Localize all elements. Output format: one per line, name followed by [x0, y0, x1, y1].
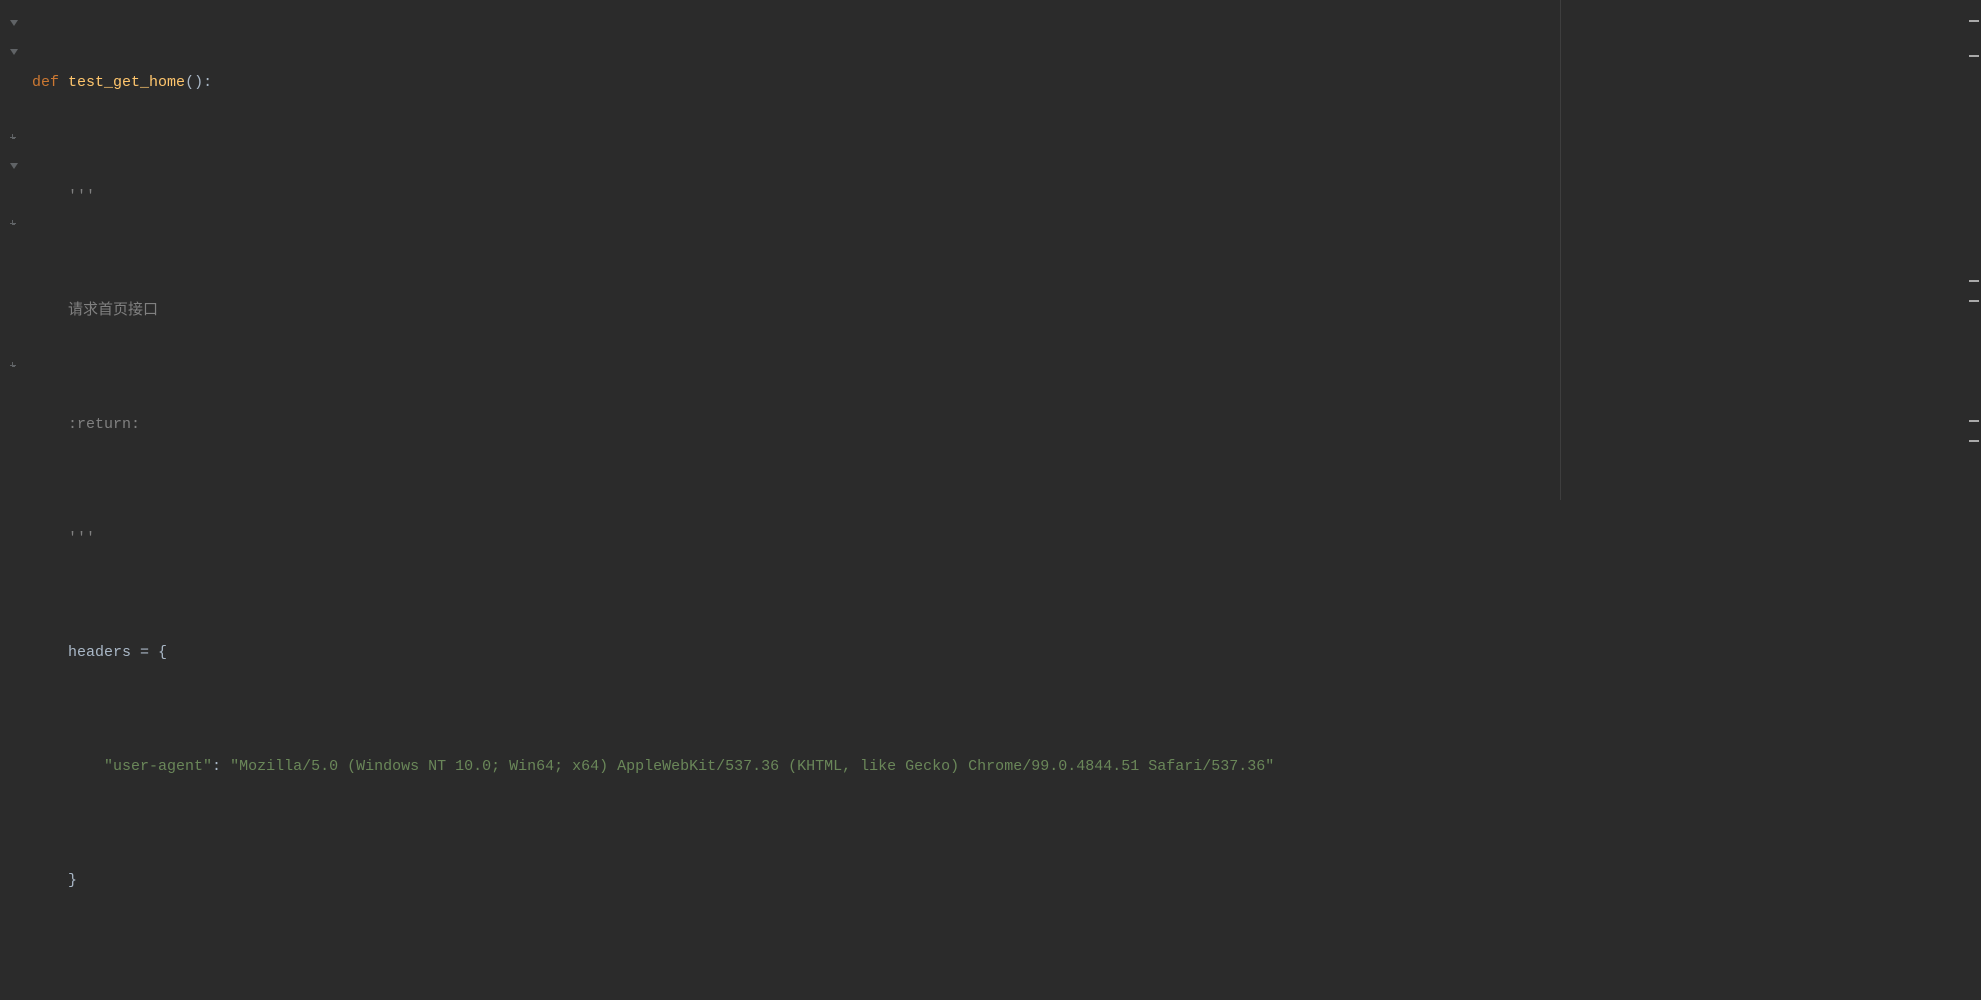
- gutter-blank: [0, 69, 28, 98]
- gutter-blank: [0, 326, 28, 355]
- chevron-down-icon: [8, 49, 20, 61]
- dict-key: "user-agent": [104, 753, 212, 782]
- keyword-def: def: [32, 69, 59, 98]
- code-line[interactable]: :return:: [32, 411, 1981, 440]
- docstring-text: 请求首页接口: [68, 297, 158, 326]
- scroll-marker: [1969, 20, 1979, 22]
- scrollbar-track[interactable]: [1967, 0, 1981, 500]
- gutter-blank: [0, 183, 28, 212]
- gutter-blank: [0, 98, 28, 127]
- code-line[interactable]: def test_get_home():: [32, 69, 1981, 98]
- docstring-delim: ''': [68, 525, 95, 554]
- chevron-down-icon: [8, 163, 20, 175]
- code-editor[interactable]: def test_get_home(): ''' 请求首页接口 :return:…: [0, 0, 1981, 500]
- code-line[interactable]: 请求首页接口: [32, 297, 1981, 326]
- fold-close-icon: [8, 134, 20, 146]
- docstring-delim: ''': [68, 183, 95, 212]
- code-area[interactable]: def test_get_home(): ''' 请求首页接口 :return:…: [28, 0, 1981, 500]
- fold-close-icon: [8, 362, 20, 374]
- fold-marker[interactable]: [0, 155, 28, 184]
- fold-end-marker[interactable]: [0, 354, 28, 383]
- gutter: [0, 0, 28, 500]
- code-line[interactable]: headers = {: [32, 639, 1981, 668]
- docstring-return: :return:: [68, 411, 140, 440]
- brace-close: }: [68, 867, 77, 896]
- fold-close-icon: [8, 220, 20, 232]
- gutter-blank: [0, 240, 28, 269]
- scroll-marker: [1969, 440, 1979, 442]
- fold-marker[interactable]: [0, 41, 28, 70]
- dict-value: "Mozilla/5.0 (Windows NT 10.0; Win64; x6…: [230, 753, 1274, 782]
- parentheses: (): [185, 69, 203, 98]
- scroll-marker: [1969, 300, 1979, 302]
- gutter-blank: [0, 269, 28, 298]
- fold-end-marker[interactable]: [0, 212, 28, 241]
- scroll-marker: [1969, 280, 1979, 282]
- code-line[interactable]: ''': [32, 525, 1981, 554]
- code-line-blank[interactable]: [32, 981, 1981, 1000]
- code-line[interactable]: ''': [32, 183, 1981, 212]
- chevron-down-icon: [8, 20, 20, 32]
- function-name: test_get_home: [68, 69, 185, 98]
- fold-marker[interactable]: [0, 12, 28, 41]
- code-line[interactable]: }: [32, 867, 1981, 896]
- fold-end-marker[interactable]: [0, 126, 28, 155]
- variable-headers: headers: [68, 639, 131, 668]
- right-margin-line: [1560, 0, 1561, 500]
- gutter-blank: [0, 297, 28, 326]
- scroll-marker: [1969, 420, 1979, 422]
- scroll-marker: [1969, 55, 1979, 57]
- code-line[interactable]: "user-agent": "Mozilla/5.0 (Windows NT 1…: [32, 753, 1981, 782]
